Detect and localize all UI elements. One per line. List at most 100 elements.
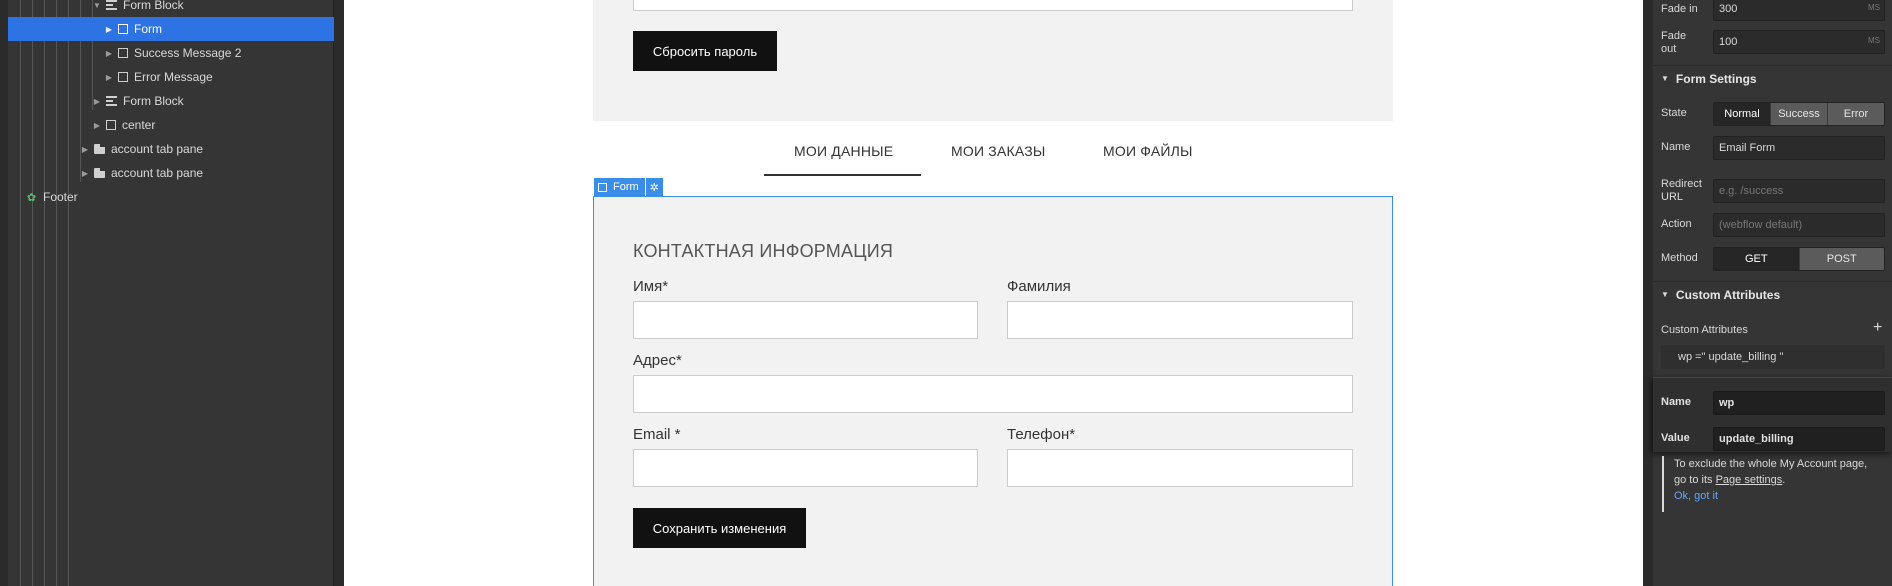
custom-attributes-title: Custom Attributes <box>1675 287 1781 302</box>
name-label: Name <box>1661 141 1691 153</box>
nav-item-error-message[interactable]: ▶ Error Message <box>8 65 334 89</box>
method-get-button[interactable]: GET <box>1714 248 1800 270</box>
state-error-button[interactable]: Error <box>1828 103 1884 125</box>
form-settings-title: Form Settings <box>1675 71 1757 86</box>
nav-item-form-block-2[interactable]: ▶ Form Block <box>8 89 334 113</box>
state-success-button[interactable]: Success <box>1771 103 1828 125</box>
attribute-value-input[interactable]: update_billing <box>1713 427 1885 451</box>
fade-out-label: Fade out <box>1661 30 1687 55</box>
info-note: To exclude the whole My Account page, go… <box>1662 456 1882 512</box>
box-icon <box>118 24 128 34</box>
nav-item-label: Success Message 2 <box>134 46 242 60</box>
fade-in-value: 300 <box>1719 3 1738 15</box>
nav-item-center[interactable]: ▶ center <box>8 113 334 137</box>
redirect-label-line1: Redirect <box>1661 178 1702 190</box>
nav-item-account-tab-pane[interactable]: ▶ account tab pane <box>8 137 334 161</box>
address-label: Адрес* <box>633 352 682 369</box>
first-name-label: Имя* <box>633 278 669 295</box>
form-settings-header[interactable]: ▼ Form Settings <box>1653 65 1892 91</box>
designer-canvas[interactable]: Сбросить пароль МОИ ДАННЫЕ МОИ ЗАКАЗЫ МО… <box>344 0 1643 586</box>
nav-item-label: Form Block <box>123 94 184 108</box>
save-changes-button[interactable]: Сохранить изменения <box>633 508 806 548</box>
plus-icon[interactable]: + <box>1873 319 1882 337</box>
custom-attributes-label: Custom Attributes <box>1661 324 1748 336</box>
email-label: Email * <box>633 426 681 443</box>
note-text: To exclude the whole My Account page, go… <box>1674 456 1882 488</box>
address-field[interactable] <box>633 375 1353 413</box>
nav-item-form-block[interactable]: ▼ Form Block <box>8 0 334 17</box>
attribute-name-input[interactable]: wp <box>1713 391 1885 415</box>
page-settings-link[interactable]: Page settings <box>1716 474 1783 486</box>
last-name-field[interactable] <box>1007 301 1353 339</box>
box-icon <box>598 182 607 192</box>
nav-item-label: account tab pane <box>111 166 204 180</box>
unit-label: MS <box>1868 3 1880 12</box>
nav-item-footer[interactable]: ✿ Footer <box>8 185 334 209</box>
caret-right-icon[interactable]: ▶ <box>80 144 90 154</box>
nav-item-label: Footer <box>43 190 78 204</box>
fade-in-label: Fade in <box>1661 3 1698 15</box>
state-normal-button[interactable]: Normal <box>1714 103 1771 125</box>
email-field[interactable] <box>633 449 978 487</box>
fade-out-input[interactable]: 100 MS <box>1713 30 1885 54</box>
action-input[interactable]: (webflow default) <box>1713 213 1885 237</box>
caret-right-icon[interactable]: ▶ <box>92 120 102 130</box>
ok-got-it-link[interactable]: Ok, got it <box>1674 488 1882 504</box>
tab-my-orders[interactable]: МОИ ЗАКАЗЫ <box>951 143 1045 159</box>
caret-right-icon[interactable]: ▶ <box>104 48 114 58</box>
attribute-edit-popup: Name wp Value update_billing <box>1653 377 1892 452</box>
fade-out-value: 100 <box>1719 36 1738 48</box>
selection-badge[interactable]: Form ✲ <box>594 178 663 196</box>
selected-element-name: Form <box>613 181 639 193</box>
method-toggle[interactable]: GET POST <box>1713 247 1885 271</box>
nav-item-label: center <box>122 118 156 132</box>
form-name-input[interactable]: Email Form <box>1713 136 1885 160</box>
attribute-name-label: Name <box>1661 396 1691 408</box>
nav-item-success-message[interactable]: ▶ Success Message 2 <box>8 41 334 65</box>
navigator-tree: ▼ Form Block ▶ Form ▶ Success Message 2 … <box>8 0 334 586</box>
state-toggle[interactable]: Normal Success Error <box>1713 102 1885 126</box>
form-heading: КОНТАКТНАЯ ИНФОРМАЦИЯ <box>633 241 894 261</box>
reset-password-button[interactable]: Сбросить пароль <box>633 31 777 71</box>
last-name-label: Фамилия <box>1007 278 1071 295</box>
nav-item-form[interactable]: ▶ Form <box>8 17 334 41</box>
box-icon <box>106 120 116 130</box>
box-icon <box>118 72 128 82</box>
redirect-url-input[interactable]: e.g. /success <box>1713 179 1885 203</box>
fade-in-input[interactable]: 300 MS <box>1713 0 1885 21</box>
caret-right-icon[interactable]: ▶ <box>104 72 114 82</box>
tab-my-data[interactable]: МОИ ДАННЫЕ <box>794 143 893 159</box>
form-block-icon <box>106 0 117 10</box>
phone-field[interactable] <box>1007 449 1353 487</box>
symbol-icon: ✿ <box>26 191 37 204</box>
custom-attribute-row[interactable]: wp =" update_billing " <box>1661 345 1885 369</box>
state-label: State <box>1661 107 1687 119</box>
custom-attributes-header[interactable]: ▼ Custom Attributes <box>1653 281 1892 307</box>
method-label: Method <box>1661 252 1698 264</box>
note-text-end: . <box>1782 474 1786 486</box>
caret-right-icon[interactable]: ▶ <box>104 24 114 34</box>
nav-item-label: account tab pane <box>111 142 204 156</box>
gear-icon[interactable]: ✲ <box>645 178 663 196</box>
caret-right-icon[interactable]: ▶ <box>92 96 102 106</box>
redirect-label: Redirect URL <box>1661 178 1702 204</box>
form-block-icon <box>106 96 117 106</box>
nav-item-account-tab-pane-2[interactable]: ▶ account tab pane <box>8 161 334 185</box>
panel-gutter <box>1643 0 1653 586</box>
nav-item-label: Form <box>134 22 162 36</box>
redirect-label-line2: URL <box>1661 191 1684 203</box>
first-name-field[interactable] <box>633 301 978 339</box>
selected-element-label[interactable]: Form <box>594 178 645 196</box>
password-input[interactable] <box>633 0 1353 11</box>
method-post-button[interactable]: POST <box>1799 248 1884 270</box>
reset-password-section: Сбросить пароль <box>593 0 1393 121</box>
tab-pane-icon <box>94 168 105 178</box>
tab-my-files[interactable]: МОИ ФАЙЛЫ <box>1103 143 1193 159</box>
nav-item-label: Form Block <box>123 0 184 12</box>
nav-item-label: Error Message <box>134 70 213 84</box>
caret-right-icon[interactable]: ▶ <box>80 168 90 178</box>
caret-down-icon[interactable]: ▼ <box>92 0 102 10</box>
active-tab-underline <box>764 174 921 176</box>
caret-down-icon: ▼ <box>1661 290 1669 299</box>
navigator-panel: ▼ Form Block ▶ Form ▶ Success Message 2 … <box>0 0 344 586</box>
